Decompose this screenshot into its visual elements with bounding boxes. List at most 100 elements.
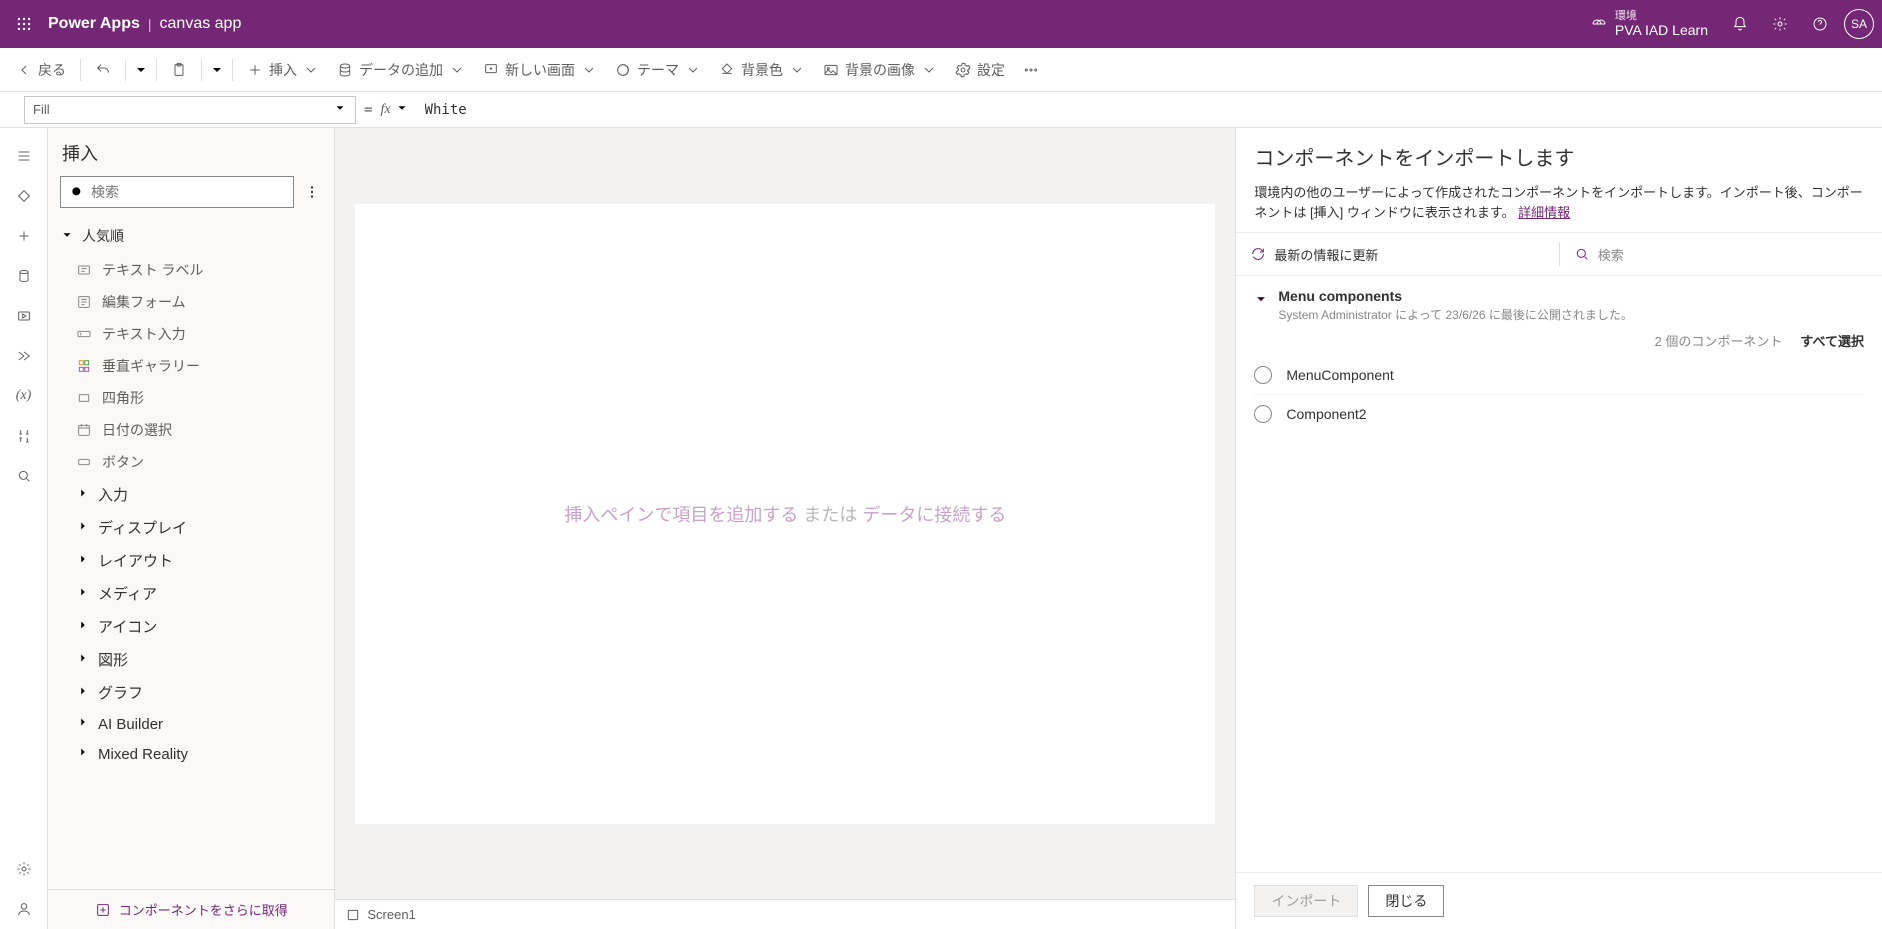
item-button[interactable]: ボタン xyxy=(48,446,334,478)
env-name: PVA IAD Learn xyxy=(1615,22,1708,38)
rail-search[interactable] xyxy=(0,456,48,496)
fx-label[interactable]: fx xyxy=(380,101,408,118)
user-avatar[interactable]: SA xyxy=(1844,9,1874,39)
insert-panel-title: 挿入 xyxy=(62,140,98,166)
bg-image-menu[interactable]: 背景の画像 xyxy=(815,54,945,86)
item-vertical-gallery[interactable]: 垂直ギャラリー xyxy=(48,350,334,382)
refresh-button[interactable]: 最新の情報に更新 xyxy=(1236,245,1558,264)
insert-more-menu[interactable] xyxy=(302,182,322,202)
cat-charts[interactable]: グラフ xyxy=(48,676,334,709)
undo-split-chevron[interactable] xyxy=(132,62,150,78)
component-count: 2 個のコンポーネント xyxy=(1655,331,1783,350)
cat-media[interactable]: メディア xyxy=(48,577,334,610)
empty-data-link[interactable]: データに接続する xyxy=(862,505,1006,525)
search-icon xyxy=(69,184,85,200)
theme-menu[interactable]: テーマ xyxy=(607,54,709,86)
empty-add-link[interactable]: 挿入ペインで項目を追加する xyxy=(564,505,798,525)
empty-or: または xyxy=(803,505,857,525)
rail-add[interactable] xyxy=(0,216,48,256)
import-title: コンポーネントをインポートします xyxy=(1254,142,1574,171)
insert-search[interactable] xyxy=(60,176,294,208)
insert-search-input[interactable] xyxy=(91,184,285,200)
cat-mixed-reality[interactable]: Mixed Reality xyxy=(48,739,334,769)
settings-menu[interactable]: 設定 xyxy=(947,54,1013,86)
divider: | xyxy=(148,16,152,32)
select-all-button[interactable]: すべて選択 xyxy=(1800,331,1864,350)
canvas-area: 挿入ペインで項目を追加する または データに接続する Screen1 xyxy=(335,128,1235,929)
app-canvas[interactable]: 挿入ペインで項目を追加する または データに接続する xyxy=(355,204,1215,824)
cat-layout[interactable]: レイアウト xyxy=(48,544,334,577)
formula-input[interactable] xyxy=(417,96,1866,124)
rail-variables[interactable]: (x) xyxy=(0,376,48,416)
rail-settings[interactable] xyxy=(0,849,48,889)
group-title: Menu components xyxy=(1278,288,1632,304)
import-description: 環境内の他のユーザーによって作成されたコンポーネントをインポートします。インポー… xyxy=(1236,179,1882,232)
close-button[interactable]: 閉じる xyxy=(1368,885,1444,917)
rail-flows[interactable] xyxy=(0,336,48,376)
import-components-panel: コンポーネントをインポートします 環境内の他のユーザーによって作成されたコンポー… xyxy=(1235,128,1882,929)
overflow-menu[interactable] xyxy=(1015,54,1047,86)
item-text-label[interactable]: テキスト ラベル xyxy=(48,254,334,286)
divider xyxy=(125,59,126,81)
insert-panel-close[interactable] xyxy=(300,143,320,163)
property-dropdown[interactable]: Fill xyxy=(24,96,356,124)
screen-name[interactable]: Screen1 xyxy=(367,907,415,922)
app-header: Power Apps | canvas app 環境 PVA IAD Learn… xyxy=(0,0,1882,48)
settings-icon[interactable] xyxy=(1760,4,1800,44)
help-icon[interactable] xyxy=(1800,4,1840,44)
item-date-picker[interactable]: 日付の選択 xyxy=(48,414,334,446)
cat-icons[interactable]: アイコン xyxy=(48,610,334,643)
rail-tools[interactable] xyxy=(0,416,48,456)
item-text-input[interactable]: テキスト入力 xyxy=(48,318,334,350)
paste-split-chevron[interactable] xyxy=(208,62,226,78)
import-button: インポート xyxy=(1254,885,1358,917)
component-row[interactable]: MenuComponent xyxy=(1254,356,1864,395)
bg-color-menu[interactable]: 背景色 xyxy=(711,54,813,86)
cat-input[interactable]: 入力 xyxy=(48,478,334,511)
component-group-header[interactable]: Menu components System Administrator によっ… xyxy=(1254,288,1864,323)
cat-shapes[interactable]: 図形 xyxy=(48,643,334,676)
rail-insert[interactable] xyxy=(0,176,48,216)
notifications-icon[interactable] xyxy=(1720,4,1760,44)
status-bar: Screen1 xyxy=(335,899,1235,929)
command-bar: 戻る 挿入 データの追加 新しい画面 テーマ 背景色 背景の画像 設定 xyxy=(0,48,1882,92)
add-data-menu[interactable]: データの追加 xyxy=(329,54,473,86)
new-screen-menu[interactable]: 新しい画面 xyxy=(475,54,605,86)
item-rectangle[interactable]: 四角形 xyxy=(48,382,334,414)
refresh-icon xyxy=(1250,246,1266,262)
divider xyxy=(80,59,81,81)
app-name: canvas app xyxy=(160,15,242,33)
brand-title[interactable]: Power Apps xyxy=(48,15,140,33)
details-link[interactable]: 詳細情報 xyxy=(1518,205,1570,220)
import-search[interactable]: 検索 xyxy=(1560,245,1882,264)
env-label: 環境 xyxy=(1615,10,1708,23)
radio-icon[interactable] xyxy=(1254,405,1272,423)
divider xyxy=(232,59,233,81)
cat-display[interactable]: ディスプレイ xyxy=(48,511,334,544)
cat-ai-builder[interactable]: AI Builder xyxy=(48,709,334,739)
import-close[interactable] xyxy=(1848,147,1864,166)
paste-button[interactable] xyxy=(163,54,195,86)
back-button[interactable]: 戻る xyxy=(8,54,74,86)
radio-icon[interactable] xyxy=(1254,366,1272,384)
left-rail: (x) xyxy=(0,128,48,929)
formula-bar: Fill = fx xyxy=(0,92,1882,128)
get-more-components[interactable]: コンポーネントをさらに取得 xyxy=(48,889,334,929)
rail-ask[interactable] xyxy=(0,889,48,929)
rail-media[interactable] xyxy=(0,296,48,336)
undo-button[interactable] xyxy=(87,54,119,86)
rail-tree-view[interactable] xyxy=(0,136,48,176)
divider xyxy=(156,59,157,81)
environment-picker[interactable]: 環境 PVA IAD Learn xyxy=(1591,10,1708,39)
app-launcher-icon[interactable] xyxy=(8,8,40,40)
group-popular[interactable]: 人気順 xyxy=(48,218,334,254)
component-name: Component2 xyxy=(1286,406,1366,422)
divider xyxy=(201,59,202,81)
insert-menu[interactable]: 挿入 xyxy=(239,54,327,86)
group-subtitle: System Administrator によって 23/6/26 に最後に公開… xyxy=(1278,306,1632,323)
item-edit-form[interactable]: 編集フォーム xyxy=(48,286,334,318)
component-row[interactable]: Component2 xyxy=(1254,395,1864,433)
rail-data[interactable] xyxy=(0,256,48,296)
insert-panel: 挿入 人気順 テキスト ラベル 編集フォーム テキスト入力 垂直ギャラリー 四角… xyxy=(48,128,335,929)
equals-sign: = xyxy=(364,102,372,118)
